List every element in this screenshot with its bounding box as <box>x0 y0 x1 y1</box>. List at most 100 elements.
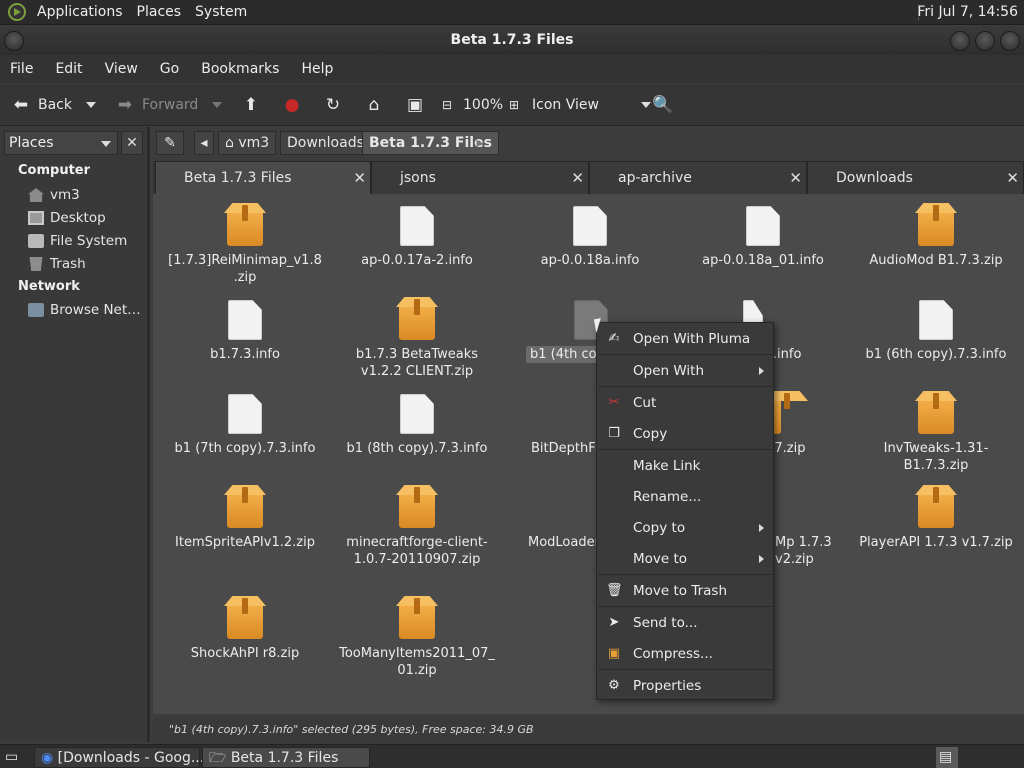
file-item[interactable]: b1.7.3.info <box>159 300 331 363</box>
mate-logo-icon[interactable] <box>8 3 26 21</box>
trash-icon: 🗑 <box>606 583 623 598</box>
window-menu-button[interactable] <box>4 31 24 51</box>
menu-go[interactable]: Go <box>150 61 191 77</box>
menu-bookmarks[interactable]: Bookmarks <box>191 61 291 77</box>
menu-item-properties[interactable]: ⚙ Properties <box>597 673 773 699</box>
panel-menu-places[interactable]: Places <box>130 0 189 25</box>
zoom-out-button[interactable]: ⊟ <box>440 84 460 126</box>
toolbar: ⬅ Back ➡ Forward ⬆ ● ↻ ⌂ ▣ ⊟ 100% ⊞ Icon… <box>0 84 1024 126</box>
maximize-button[interactable] <box>975 31 995 51</box>
file-name: [1.7.3]ReiMinimap_v1.8.zip <box>168 253 322 285</box>
file-item[interactable]: ap-0.0.17a-2.info <box>331 206 503 269</box>
sidebar-item-vm3[interactable]: vm3 <box>28 185 80 205</box>
zoom-in-button[interactable]: ⊞ <box>507 84 527 126</box>
clock[interactable]: Fri Jul 7, 14:56 <box>917 0 1018 25</box>
menu-help[interactable]: Help <box>291 61 345 77</box>
sidebar-item-trash[interactable]: Trash <box>28 254 86 274</box>
menu-item-move-to[interactable]: Move to <box>597 546 773 572</box>
menu-edit[interactable]: Edit <box>45 61 94 77</box>
tab-beta-files[interactable]: Beta 1.7.3 Files ✕ <box>155 161 371 195</box>
show-desktop-button[interactable]: ▭ <box>2 747 24 768</box>
sidebar-item-file-system[interactable]: File System <box>28 231 127 251</box>
edit-location-button[interactable]: ✎ <box>156 131 184 155</box>
sidebar-close-button[interactable]: ✕ <box>121 131 143 155</box>
panel-menu-system[interactable]: System <box>188 0 254 25</box>
tab-close-icon[interactable]: ✕ <box>571 162 584 195</box>
menu-item-open-with[interactable]: Open With <box>597 358 773 384</box>
home-button[interactable]: ⌂ <box>363 84 391 126</box>
menu-item-make-link[interactable]: Make Link <box>597 453 773 479</box>
tab-close-icon[interactable]: ✕ <box>1006 162 1019 195</box>
file-item[interactable]: b1 (8th copy).7.3.info <box>331 394 503 457</box>
file-item[interactable]: minecraftforge-client-1.0.7-20110907.zip <box>331 487 503 568</box>
file-item[interactable]: InvTweaks-1.31-B1.7.3.zip <box>850 393 1022 474</box>
forward-history-dropdown[interactable] <box>212 84 222 126</box>
sidebar-pane-label: Places <box>9 135 54 151</box>
reload-button[interactable]: ↻ <box>322 84 350 126</box>
file-item[interactable]: b1 (6th copy).7.3.info <box>850 300 1022 363</box>
sidebar-pane-select[interactable]: Places <box>4 131 118 155</box>
minimize-button[interactable] <box>950 31 970 51</box>
file-item[interactable]: [1.7.3]ReiMinimap_v1.8.zip <box>159 205 331 286</box>
menu-item-cut[interactable]: ✂ Cut <box>597 390 773 416</box>
send-icon: ➤ <box>608 615 620 630</box>
menu-item-open-with-pluma[interactable]: ✍ Open With Pluma <box>597 326 773 352</box>
file-name: Mp 1.7.3 v2.zip <box>775 535 832 567</box>
stop-icon: ● <box>284 95 300 115</box>
file-item[interactable]: ItemSpriteAPIv1.2.zip <box>159 487 331 551</box>
file-name: PlayerAPI 1.7.3 v1.7.zip <box>859 535 1013 550</box>
tab-downloads[interactable]: Downloads ✕ <box>807 161 1024 194</box>
menu-item-rename[interactable]: Rename... <box>597 484 773 510</box>
menu-item-send-to[interactable]: ➤ Send to... <box>597 610 773 636</box>
back-history-dropdown[interactable] <box>86 84 96 126</box>
file-name: ap-0.0.18a_01.info <box>702 253 824 268</box>
path-scroll-right-button[interactable]: ▸ <box>470 131 490 155</box>
tab-jsons[interactable]: jsons ✕ <box>371 161 589 194</box>
tab-ap-archive[interactable]: ap-archive ✕ <box>589 161 807 194</box>
menu-item-compress[interactable]: ▣ Compress... <box>597 641 773 667</box>
file-item[interactable]: b1 (7th copy).7.3.info <box>159 394 331 457</box>
sidebar-item-desktop[interactable]: Desktop <box>28 208 106 228</box>
file-item[interactable]: ap-0.0.18a_01.info <box>677 206 849 269</box>
up-button[interactable]: ⬆ <box>240 84 268 126</box>
file-item[interactable]: PlayerAPI 1.7.3 v1.7.zip <box>850 487 1022 551</box>
menu-item-copy[interactable]: ❐ Copy <box>597 421 773 447</box>
file-item[interactable]: ShockAhPI r8.zip <box>159 598 331 662</box>
search-button[interactable]: 🔍 <box>652 84 680 126</box>
taskbar-item-files[interactable]: 🗁 Beta 1.7.3 Files <box>202 747 370 768</box>
panel-menu-applications[interactable]: Applications <box>30 0 130 25</box>
back-button[interactable]: ⬅ Back <box>10 84 72 126</box>
menu-file[interactable]: File <box>0 61 45 77</box>
breadcrumb-vm3[interactable]: ⌂ vm3 <box>218 131 277 155</box>
stop-button[interactable]: ● <box>281 84 309 126</box>
file-item[interactable]: TooManyItems2011_07_01.zip <box>331 598 503 679</box>
forward-button[interactable]: ➡ Forward <box>114 84 198 126</box>
computer-button[interactable]: ▣ <box>404 84 432 126</box>
file-name: ShockAhPI r8.zip <box>190 646 300 661</box>
workspace-switcher[interactable]: ▤ <box>936 747 958 768</box>
file-item[interactable]: ap-0.0.18a.info <box>504 206 676 269</box>
tab-close-icon[interactable]: ✕ <box>353 162 366 195</box>
tab-bar: Beta 1.7.3 Files ✕ jsons ✕ ap-archive ✕ Dow… <box>153 161 1024 195</box>
home-folder-icon <box>28 188 44 202</box>
file-item[interactable]: Mp 1.7.3 v2.zip <box>775 488 835 568</box>
menu-item-copy-to[interactable]: Copy to <box>597 515 773 541</box>
taskbar-item-browser[interactable]: ◉ [Downloads - Goog... <box>34 747 204 768</box>
window-titlebar[interactable]: Beta 1.7.3 Files <box>0 26 1024 55</box>
sidebar-item-browse-network[interactable]: Browse Net… <box>28 300 141 320</box>
zoom-level[interactable]: 100% <box>463 84 503 126</box>
menu-view[interactable]: View <box>95 61 150 77</box>
archive-icon <box>227 598 263 639</box>
close-window-button[interactable] <box>1000 31 1020 51</box>
breadcrumb-downloads[interactable]: Downloads <box>280 131 371 155</box>
file-item[interactable]: AudioMod B1.7.3.zip <box>850 205 1022 269</box>
view-mode-select[interactable]: Icon View <box>532 84 651 126</box>
file-item[interactable]: b1.7.3 BetaTweaks v1.2.2 CLIENT.zip <box>331 299 503 380</box>
icon-view[interactable]: [1.7.3]ReiMinimap_v1.8.zip ap-0.0.17a-2.… <box>153 194 1024 714</box>
path-scroll-left-button[interactable]: ◂ <box>194 131 214 155</box>
drive-icon <box>28 234 44 248</box>
tab-close-icon[interactable]: ✕ <box>789 162 802 195</box>
status-bar: "b1 (4th copy).7.3.info" selected (295 b… <box>153 718 1024 742</box>
file-name: b1 (6th copy).7.3.info <box>865 347 1007 362</box>
menu-item-move-to-trash[interactable]: 🗑 Move to Trash <box>597 578 773 604</box>
